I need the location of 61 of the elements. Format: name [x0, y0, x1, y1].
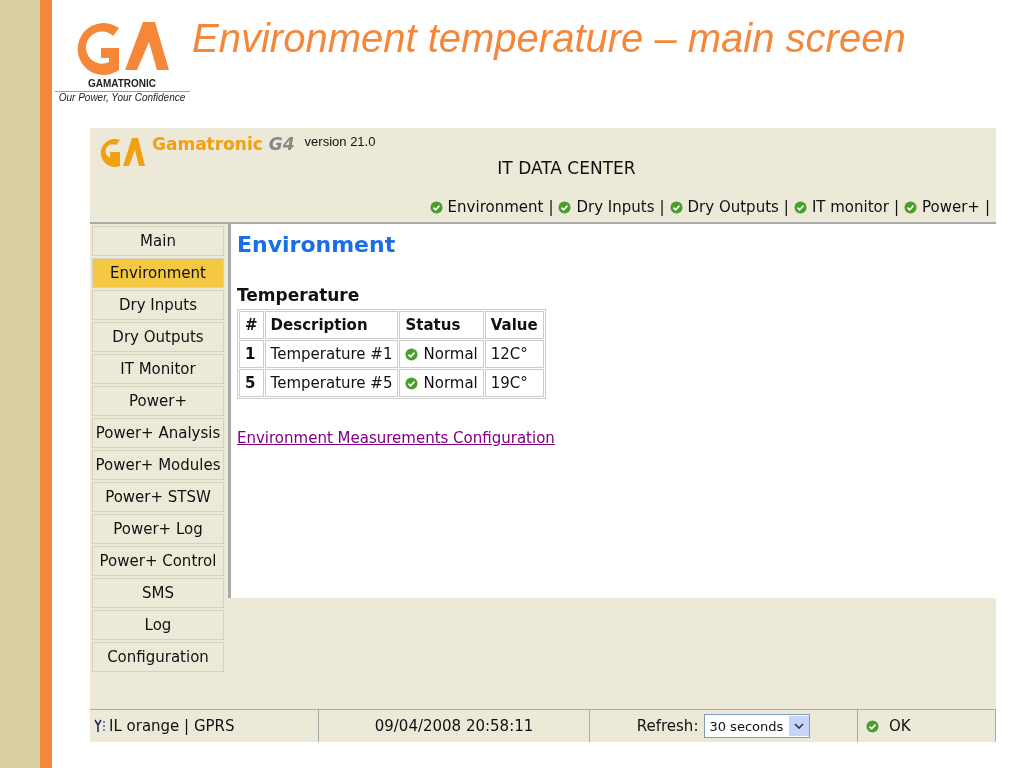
- slide-title: Environment temperature – main screen: [192, 16, 906, 61]
- date-time: 09/04/2008 20:58:11: [374, 717, 534, 735]
- refresh-dropdown[interactable]: 30 seconds: [704, 714, 811, 738]
- table-cell: Temperature #1: [264, 340, 399, 368]
- connection-state: OK: [889, 717, 911, 735]
- status-check-icon: [866, 719, 879, 733]
- column-header: Value: [484, 311, 544, 339]
- sidebar-item[interactable]: Dry Inputs: [92, 290, 224, 320]
- nav-link[interactable]: Dry Inputs: [576, 198, 655, 216]
- nav-link[interactable]: Dry Outputs: [687, 198, 779, 216]
- sidebar-item[interactable]: Power+ Log: [92, 514, 224, 544]
- status-check-icon: [429, 200, 443, 214]
- sidebar-item[interactable]: Power+ Control: [92, 546, 224, 576]
- sidebar-item[interactable]: Environment: [92, 258, 224, 288]
- status-check-icon: [558, 200, 572, 214]
- status-text: Normal: [423, 374, 478, 392]
- logo-tagline: Our Power, Your Confidence: [58, 92, 186, 103]
- nav-separator: |: [659, 198, 665, 216]
- sidebar-item[interactable]: Dry Outputs: [92, 322, 224, 352]
- table-cell: 1: [239, 340, 264, 368]
- app-version: version 21.0: [304, 134, 376, 149]
- nav-separator: |: [783, 198, 789, 216]
- nav-separator: |: [893, 198, 899, 216]
- nav-separator: |: [984, 198, 990, 216]
- column-header: #: [239, 311, 264, 339]
- sidebar-item[interactable]: Log: [92, 610, 224, 640]
- refresh-label: Refresh:: [636, 717, 699, 735]
- app-product: G4: [268, 134, 295, 154]
- table-cell: 12C°: [484, 340, 544, 368]
- status-check-icon: [405, 376, 419, 390]
- column-header: Status: [399, 311, 484, 339]
- nav-link[interactable]: Environment: [447, 198, 544, 216]
- sidebar-item[interactable]: Power+ Modules: [92, 450, 224, 480]
- table-cell: 5: [239, 369, 264, 397]
- site-name: IT DATA CENTER: [496, 158, 637, 178]
- network-status: IL orange | GPRS: [109, 717, 235, 735]
- sidebar-item[interactable]: IT Monitor: [92, 354, 224, 384]
- sidebar-item[interactable]: Power+ STSW: [92, 482, 224, 512]
- status-check-icon: [904, 200, 917, 214]
- table-cell: Temperature #5: [264, 369, 399, 397]
- section-heading: Temperature: [237, 285, 361, 305]
- config-link[interactable]: Environment Measurements Configuration: [237, 429, 555, 447]
- status-check-icon: [405, 347, 419, 361]
- logo-brand: GAMATRONIC: [54, 78, 190, 92]
- nav-separator: |: [548, 198, 554, 216]
- column-header: Description: [264, 311, 399, 339]
- antenna-icon: [94, 719, 106, 733]
- page-heading: Environment: [237, 232, 397, 257]
- caret-icon: [794, 722, 805, 730]
- sidebar-item[interactable]: Power+: [92, 386, 224, 416]
- sidebar-item[interactable]: Main: [92, 226, 224, 256]
- sidebar-item[interactable]: SMS: [92, 578, 224, 608]
- sidebar-item[interactable]: Configuration: [92, 642, 224, 672]
- app-brand: Gamatronic: [152, 134, 263, 154]
- status-check-icon: [793, 200, 807, 214]
- table-cell: 19C°: [484, 369, 544, 397]
- status-check-icon: [669, 200, 683, 214]
- status-text: Normal: [423, 345, 478, 363]
- sidebar-item[interactable]: Power+ Analysis: [92, 418, 224, 448]
- nav-link[interactable]: IT monitor: [811, 198, 889, 216]
- nav-link[interactable]: Power+: [922, 198, 980, 216]
